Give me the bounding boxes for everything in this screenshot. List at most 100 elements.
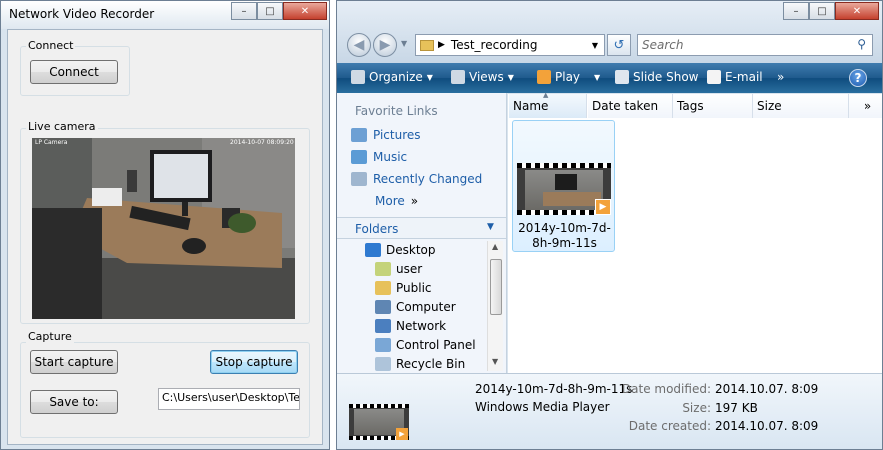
- thumb-desk-shape: [543, 192, 601, 206]
- views-menu[interactable]: Views ▼: [451, 70, 514, 84]
- stop-capture-button[interactable]: Stop capture: [210, 350, 298, 374]
- details-modified-label: Date modified:: [621, 382, 711, 396]
- column-header-size[interactable]: Size: [753, 94, 849, 118]
- more-links-button[interactable]: More »: [375, 194, 418, 208]
- slideshow-button[interactable]: Slide Show: [615, 70, 698, 84]
- play-label: Play: [555, 70, 581, 84]
- favorite-link-label: Pictures: [373, 128, 421, 142]
- connect-group-label: Connect: [26, 39, 76, 52]
- minimize-icon[interactable]: –: [783, 2, 809, 20]
- play-overlay-icon: ▶: [396, 428, 408, 440]
- email-label: E-mail: [725, 70, 763, 84]
- film-strip-top: [517, 163, 611, 168]
- tree-item-user[interactable]: user: [375, 262, 422, 276]
- play-menu[interactable]: Play ▼: [537, 70, 600, 84]
- file-item[interactable]: ▶ 2014y-10m-7d-8h-9m-11s: [512, 120, 615, 252]
- column-header-label: Name: [513, 99, 549, 113]
- more-links-label: More: [375, 194, 405, 208]
- column-header-label: Tags: [677, 99, 704, 113]
- recently-changed-icon: [351, 172, 367, 186]
- details-thumbnail: ▶: [349, 404, 409, 440]
- explorer-caption-buttons: – □ ✕: [783, 2, 879, 20]
- favorite-link-label: Music: [373, 150, 408, 164]
- tree-item-label: Desktop: [386, 243, 436, 257]
- pictures-icon: [351, 128, 367, 142]
- search-input[interactable]: Search ⚲: [637, 34, 873, 56]
- thumb-monitor-shape: [555, 174, 577, 190]
- favorite-link-music[interactable]: Music: [351, 150, 407, 164]
- refresh-button[interactable]: ↺: [607, 34, 631, 56]
- favorite-link-recently-changed[interactable]: Recently Changed: [351, 172, 482, 186]
- favorite-links-title: Favorite Links: [355, 104, 438, 118]
- views-icon: [451, 70, 465, 84]
- address-bar[interactable]: ▶ Test_recording ▼: [415, 34, 605, 56]
- tree-item-desktop[interactable]: Desktop: [365, 243, 436, 257]
- back-arrow-icon: ◀: [353, 37, 365, 53]
- sort-ascending-icon: ▲: [543, 91, 549, 99]
- more-columns-button[interactable]: »: [849, 94, 882, 118]
- nvr-window-title: Network Video Recorder: [9, 7, 155, 21]
- views-label: Views: [469, 70, 504, 84]
- film-strip-top: [349, 404, 409, 408]
- details-created-value: 2014.10.07. 8:09: [715, 419, 819, 433]
- maximize-icon[interactable]: □: [809, 2, 835, 20]
- computer-icon: [375, 300, 391, 314]
- live-camera-view: LP Camera 2014-10-07 08:09:20: [32, 138, 295, 319]
- save-path-field[interactable]: C:\Users\user\Desktop\Tes: [158, 388, 300, 410]
- column-header-label: Date taken: [592, 99, 659, 113]
- column-header-tags[interactable]: Tags: [673, 94, 753, 118]
- back-button[interactable]: ◀: [347, 33, 371, 57]
- tree-item-label: Network: [396, 319, 447, 333]
- chevron-down-icon: ▼: [426, 72, 433, 82]
- details-modified-value: 2014.10.07. 8:09: [715, 382, 819, 396]
- help-icon[interactable]: ?: [849, 69, 867, 87]
- minimize-icon[interactable]: –: [231, 2, 257, 20]
- capture-group-label: Capture: [26, 330, 74, 343]
- column-header-name[interactable]: Name ▲: [509, 91, 587, 118]
- command-bar: Organize ▼ Views ▼ Play ▼ Slide Show E-m…: [337, 63, 882, 93]
- address-dropdown-icon[interactable]: ▼: [592, 41, 598, 50]
- email-button[interactable]: E-mail: [707, 70, 763, 84]
- recent-pages-chevron-icon[interactable]: ▼: [401, 39, 407, 48]
- scroll-down-icon[interactable]: ▼: [492, 357, 498, 366]
- explorer-window: – □ ✕ ◀ ▶ ▼ ▶ Test_recording ▼ ↺ Search …: [336, 0, 883, 450]
- connect-button[interactable]: Connect: [30, 60, 118, 84]
- save-to-button[interactable]: Save to:: [30, 390, 118, 414]
- more-commands-button[interactable]: »: [777, 70, 784, 84]
- close-icon[interactable]: ✕: [283, 2, 327, 20]
- column-header-label: Size: [757, 99, 782, 113]
- nvr-titlebar[interactable]: Network Video Recorder – □ ✕: [1, 1, 329, 29]
- video-thumbnail: ▶: [517, 163, 611, 215]
- address-folder-name: Test_recording: [450, 38, 538, 52]
- column-header-date-taken[interactable]: Date taken: [588, 94, 673, 118]
- scroll-up-icon[interactable]: ▲: [492, 242, 498, 251]
- close-icon[interactable]: ✕: [835, 2, 879, 20]
- tree-item-network[interactable]: Network: [375, 319, 446, 333]
- more-links-arrow: »: [410, 194, 419, 208]
- scrollbar-thumb[interactable]: [490, 259, 502, 315]
- tree-item-label: user: [396, 262, 423, 276]
- tree-item-label: Public: [396, 281, 432, 295]
- organize-menu[interactable]: Organize ▼: [351, 70, 433, 84]
- folder-icon: [375, 281, 391, 295]
- organize-icon: [351, 70, 365, 84]
- nvr-caption-buttons: – □ ✕: [231, 2, 327, 20]
- start-capture-button[interactable]: Start capture: [30, 350, 118, 374]
- tree-item-recycle-bin[interactable]: Recycle Bin: [375, 357, 465, 371]
- tree-item-control-panel[interactable]: Control Panel: [375, 338, 476, 352]
- forward-arrow-icon: ▶: [379, 37, 391, 53]
- search-icon: ⚲: [857, 37, 866, 51]
- organize-label: Organize: [369, 70, 423, 84]
- tree-item-computer[interactable]: Computer: [375, 300, 456, 314]
- folders-header[interactable]: Folders ▼: [337, 217, 506, 239]
- maximize-icon[interactable]: □: [257, 2, 283, 20]
- favorite-link-label: Recently Changed: [373, 172, 483, 186]
- favorite-link-pictures[interactable]: Pictures: [351, 128, 421, 142]
- file-name: 2014y-10m-7d-8h-9m-11s: [518, 221, 611, 250]
- forward-button[interactable]: ▶: [373, 33, 397, 57]
- tree-item-public[interactable]: Public: [375, 281, 432, 295]
- chevron-down-icon: ▼: [507, 72, 514, 82]
- folders-scrollbar[interactable]: ▲ ▼: [487, 241, 503, 371]
- slideshow-icon: [615, 70, 629, 84]
- explorer-toolbar-area: – □ ✕ ◀ ▶ ▼ ▶ Test_recording ▼ ↺ Search …: [337, 1, 882, 63]
